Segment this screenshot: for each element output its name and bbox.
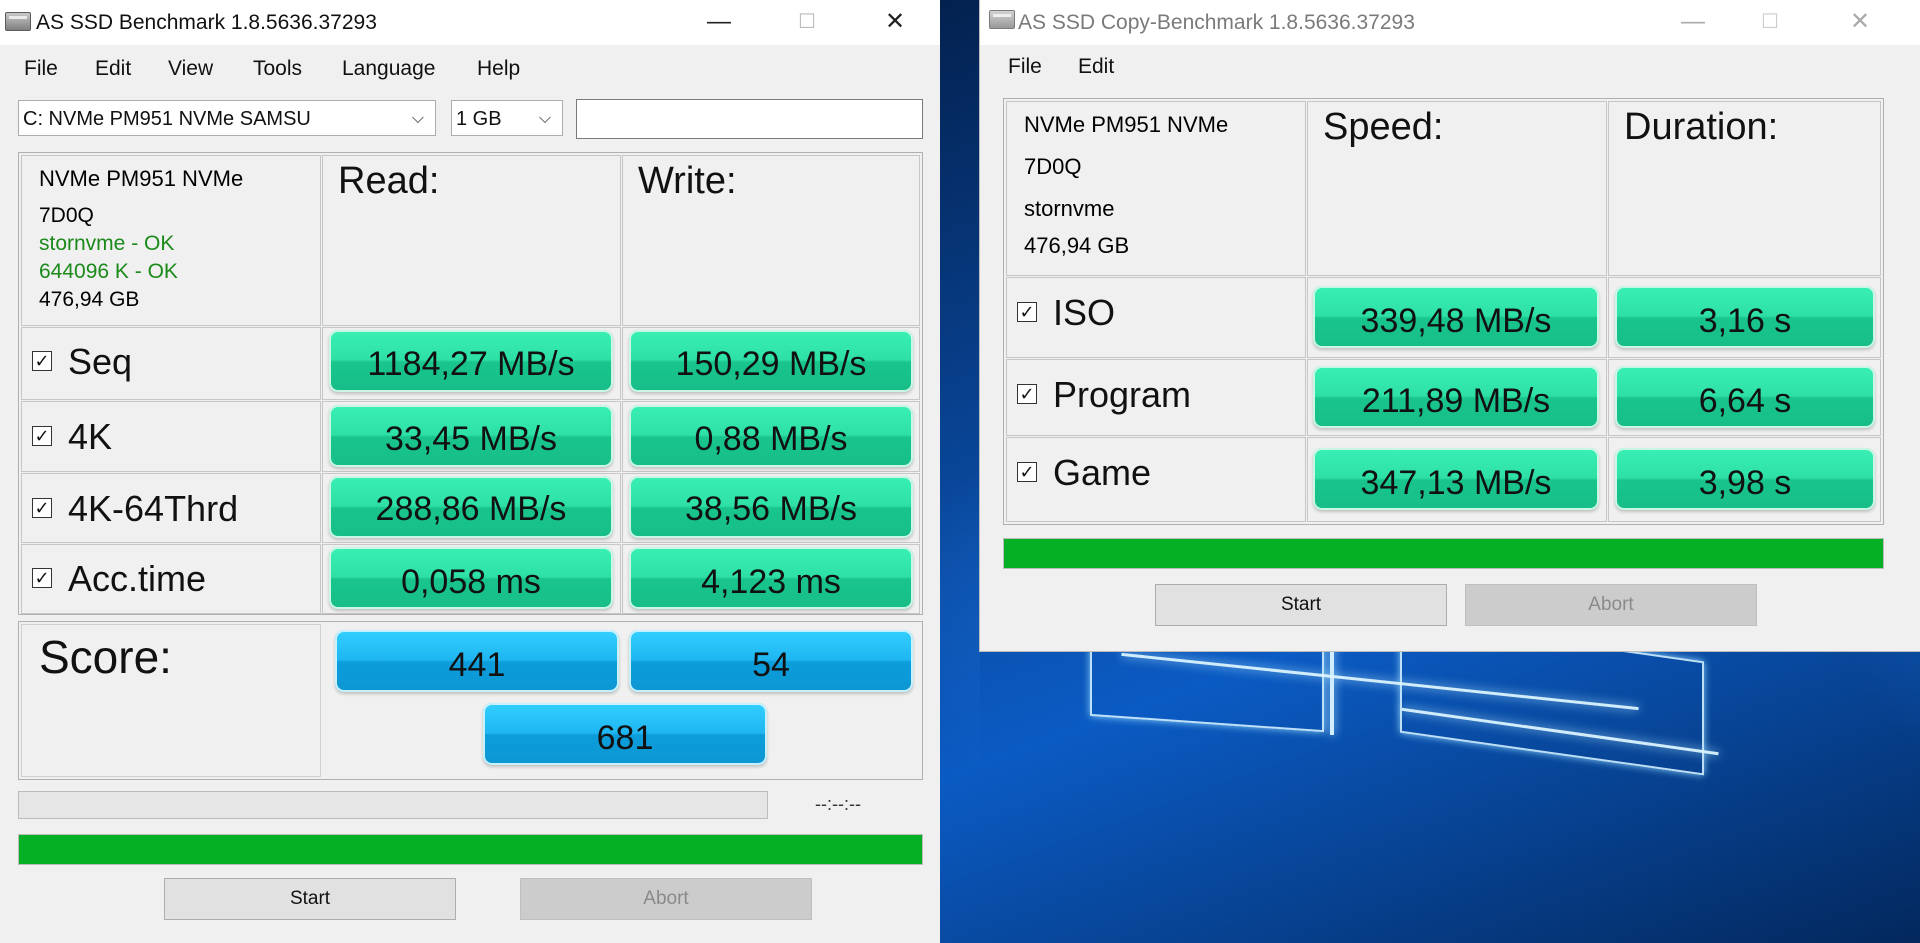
score-read: 441 xyxy=(335,630,619,692)
score-total: 681 xyxy=(483,703,767,765)
close-button[interactable]: ✕ xyxy=(1815,0,1905,45)
iso-duration-result: 3,16 s xyxy=(1615,286,1875,348)
drive-firmware: 7D0Q xyxy=(1024,154,1082,179)
copy-drive-info-cell: NVMe PM951 NVMe 7D0Q stornvme 476,94 GB xyxy=(1006,101,1306,276)
write-header-cell: Write: xyxy=(622,155,920,326)
drive-select[interactable]: C: NVMe PM951 NVMe SAMSU ⌵ xyxy=(18,100,436,136)
drive-icon xyxy=(5,12,31,31)
alignment-status: 644096 K - OK xyxy=(39,260,178,283)
drive-select-value: C: NVMe PM951 NVMe SAMSU xyxy=(23,108,311,130)
iso-speed-result: 339,48 MB/s xyxy=(1313,286,1599,348)
score-label-cell: Score: xyxy=(21,624,321,777)
wallpaper-light-beam xyxy=(1330,640,1334,735)
drive-capacity: 476,94 GB xyxy=(1024,233,1130,258)
write-header: Write: xyxy=(638,160,737,202)
copy-progress-bar xyxy=(1003,538,1884,569)
row-label-4k: 4K xyxy=(68,416,113,457)
abort-button[interactable]: Abort xyxy=(1465,584,1757,626)
row-4k-label-cell: ✓ 4K xyxy=(21,401,321,472)
acctime-write-result: 4,123 ms xyxy=(629,547,913,609)
game-speed-result: 347,13 MB/s xyxy=(1313,448,1599,510)
acctime-read-result: 0,058 ms xyxy=(329,547,613,609)
menu-help[interactable]: Help xyxy=(477,57,520,81)
drive-name: NVMe PM951 NVMe xyxy=(1024,112,1229,137)
read-header-cell: Read: xyxy=(322,155,621,326)
total-progress-bar xyxy=(18,834,923,865)
program-speed-result: 211,89 MB/s xyxy=(1313,366,1599,428)
duration-header-cell: Duration: xyxy=(1608,101,1881,276)
drive-capacity: 476,94 GB xyxy=(39,288,140,311)
row-iso-label-cell: ✓ ISO xyxy=(1006,277,1306,358)
driver-status: stornvme - OK xyxy=(39,232,175,255)
row-label-acctime: Acc.time xyxy=(68,558,207,599)
copy-benchmark-window: AS SSD Copy-Benchmark 1.8.5636.37293 — ☐… xyxy=(980,0,1920,651)
row-label-seq: Seq xyxy=(68,341,133,382)
drive-firmware: 7D0Q xyxy=(39,204,94,227)
title-bar: AS SSD Copy-Benchmark 1.8.5636.37293 — ☐… xyxy=(980,0,1920,45)
game-duration-result: 3,98 s xyxy=(1615,448,1875,510)
row-4k64-label-cell: ✓ 4K-64Thrd xyxy=(21,473,321,543)
abort-button[interactable]: Abort xyxy=(520,878,812,920)
game-checkbox[interactable]: ✓ xyxy=(1017,462,1037,482)
menu-language[interactable]: Language xyxy=(342,57,435,81)
window-title: AS SSD Benchmark 1.8.5636.37293 xyxy=(36,11,377,34)
status-textbox[interactable] xyxy=(576,99,923,139)
menu-file[interactable]: File xyxy=(1008,55,1042,79)
seq-checkbox[interactable]: ✓ xyxy=(32,351,52,371)
row-acctime-label-cell: ✓ Acc.time xyxy=(21,544,321,614)
menu-edit[interactable]: Edit xyxy=(1078,55,1114,79)
speed-header: Speed: xyxy=(1323,106,1444,148)
row-program-label-cell: ✓ Program xyxy=(1006,359,1306,436)
row-game-label-cell: ✓ Game xyxy=(1006,437,1306,522)
read-header: Read: xyxy=(338,160,440,202)
score-write: 54 xyxy=(629,630,913,692)
menu-bar: File Edit View Tools Language Help xyxy=(0,45,940,95)
title-bar: AS SSD Benchmark 1.8.5636.37293 — ☐ ✕ xyxy=(0,0,940,45)
menu-view[interactable]: View xyxy=(168,57,213,81)
4k-read-result: 33,45 MB/s xyxy=(329,405,613,467)
duration-header: Duration: xyxy=(1624,106,1779,148)
4k64-read-result: 288,86 MB/s xyxy=(329,476,613,538)
acctime-checkbox[interactable]: ✓ xyxy=(32,568,52,588)
row-label-game: Game xyxy=(1053,452,1152,493)
maximize-button[interactable]: ☐ xyxy=(1725,0,1815,45)
4k64-write-result: 38,56 MB/s xyxy=(629,476,913,538)
drive-icon xyxy=(989,10,1015,29)
window-title: AS SSD Copy-Benchmark 1.8.5636.37293 xyxy=(1018,11,1415,34)
maximize-button[interactable]: ☐ xyxy=(762,0,852,45)
menu-bar: File Edit xyxy=(980,45,1920,95)
close-button[interactable]: ✕ xyxy=(850,0,940,45)
4k-checkbox[interactable]: ✓ xyxy=(32,426,52,446)
speed-header-cell: Speed: xyxy=(1307,101,1607,276)
4k-write-result: 0,88 MB/s xyxy=(629,405,913,467)
drive-name: NVMe PM951 NVMe xyxy=(39,166,244,191)
row-seq-label-cell: ✓ Seq xyxy=(21,327,321,400)
start-button[interactable]: Start xyxy=(1155,584,1447,626)
seq-read-result: 1184,27 MB/s xyxy=(329,330,613,392)
row-label-program: Program xyxy=(1053,374,1192,415)
4k64-checkbox[interactable]: ✓ xyxy=(32,498,52,518)
minimize-button[interactable]: — xyxy=(674,0,764,45)
seq-write-result: 150,29 MB/s xyxy=(629,330,913,392)
chevron-down-icon: ⌵ xyxy=(538,110,552,127)
elapsed-time: --:--:-- xyxy=(815,794,861,814)
drive-driver: stornvme xyxy=(1024,196,1115,221)
menu-file[interactable]: File xyxy=(24,57,58,81)
menu-tools[interactable]: Tools xyxy=(253,57,302,81)
start-button[interactable]: Start xyxy=(164,878,456,920)
test-progress-bar xyxy=(18,791,768,819)
row-label-iso: ISO xyxy=(1053,292,1116,333)
drive-info-cell: NVMe PM951 NVMe 7D0Q stornvme - OK 64409… xyxy=(21,155,321,326)
row-label-4k64: 4K-64Thrd xyxy=(68,488,239,529)
size-select[interactable]: 1 GB ⌵ xyxy=(451,100,563,136)
chevron-down-icon: ⌵ xyxy=(411,110,425,127)
score-label: Score: xyxy=(39,631,172,683)
benchmark-window: AS SSD Benchmark 1.8.5636.37293 — ☐ ✕ Fi… xyxy=(0,0,940,943)
menu-edit[interactable]: Edit xyxy=(95,57,131,81)
iso-checkbox[interactable]: ✓ xyxy=(1017,302,1037,322)
size-select-value: 1 GB xyxy=(456,108,502,130)
program-checkbox[interactable]: ✓ xyxy=(1017,384,1037,404)
program-duration-result: 6,64 s xyxy=(1615,366,1875,428)
